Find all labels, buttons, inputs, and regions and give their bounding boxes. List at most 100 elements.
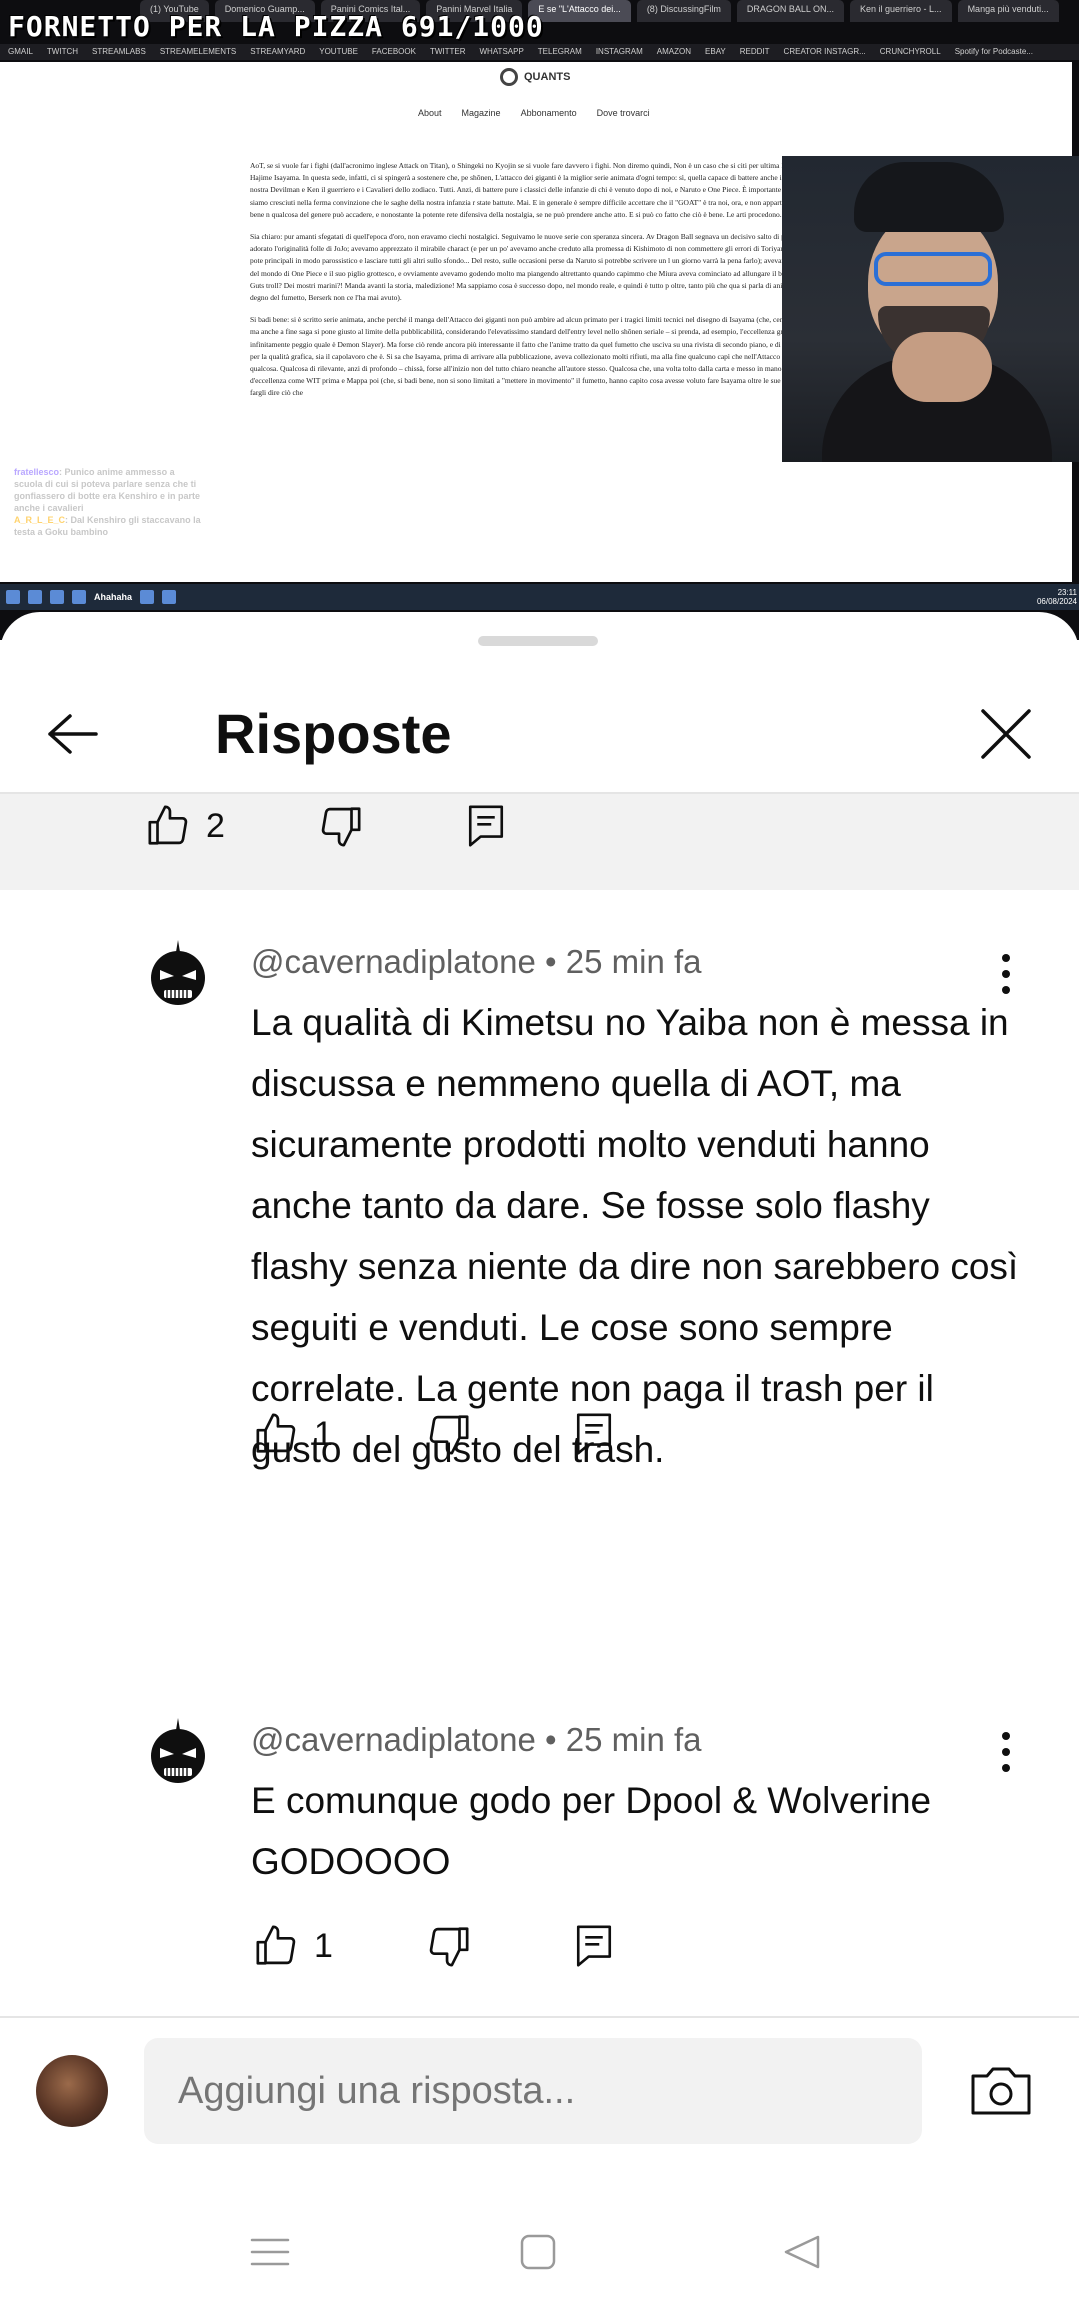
reply-button[interactable] xyxy=(573,1923,615,1969)
article-paragraph: AoT, se si vuole far i fighi (dall'acron… xyxy=(250,161,859,219)
like-count: 2 xyxy=(206,806,225,845)
like-button[interactable]: 1 xyxy=(254,1411,333,1457)
reply-button[interactable] xyxy=(573,1411,615,1457)
bookmarks-bar: GMAIL TWITCH STREAMLABS STREAMELEMENTS S… xyxy=(0,44,1079,60)
back-button[interactable] xyxy=(40,702,104,766)
thumb-down-icon xyxy=(429,1415,469,1455)
comment-author[interactable]: @cavernadiplatone xyxy=(251,1721,536,1758)
bookmark: EBAY xyxy=(705,47,726,56)
like-button[interactable]: 1 xyxy=(254,1923,333,1969)
meta-separator: • xyxy=(545,1721,566,1758)
stream-title-overlay: FORNETTO PER LA PIZZA 691/1000 xyxy=(8,10,544,43)
thumb-down-icon xyxy=(321,807,361,847)
chat-message: A_R_L_E_C: Dal Kenshiro gli staccavano l… xyxy=(14,515,201,537)
app-icon xyxy=(140,590,155,604)
clock-time: 23:11 xyxy=(1057,588,1077,597)
more-vertical-icon xyxy=(1002,954,1010,962)
bookmark: TELEGRAM xyxy=(537,47,582,56)
bookmark: YOUTUBE xyxy=(319,47,358,56)
start-icon xyxy=(6,590,20,604)
clock-date: 06/08/2024 xyxy=(1036,597,1077,606)
nav-recents-button[interactable] xyxy=(240,2222,300,2282)
bookmark: FACEBOOK xyxy=(371,47,416,56)
site-nav: About Magazine Abbonamento Dove trovarci xyxy=(418,108,650,118)
like-button[interactable]: 2 xyxy=(146,803,225,849)
sheet-drag-handle[interactable] xyxy=(478,636,598,646)
chat-username: fratellesco xyxy=(14,467,60,477)
article-paragraph: Sia chiaro: pur amanti sfegatati di quel… xyxy=(250,232,858,303)
comment-reply-icon xyxy=(576,1413,611,1455)
browser-tab: (8) DiscussingFilm xyxy=(636,0,731,22)
bookmark: REDDIT xyxy=(739,47,770,56)
site-nav-item: About xyxy=(418,108,442,118)
site-logo: QUANTS xyxy=(500,68,570,86)
triangle-back-icon xyxy=(784,2235,820,2269)
bookmark: CRUNCHYROLL xyxy=(879,47,941,56)
chat-message: fratellesco: Punico anime ammesso a scuo… xyxy=(14,467,201,513)
bookmark: STREAMLABS xyxy=(92,47,146,56)
bookmark: INSTAGRAM xyxy=(595,47,643,56)
dislike-button[interactable] xyxy=(317,803,363,849)
camera-button[interactable] xyxy=(968,2058,1034,2124)
replies-sheet: Risposte 2 @cavernadiplatone • 25 min fa… xyxy=(0,612,1079,2297)
reply-comment: @cavernadiplatone • 25 min fa La qualità… xyxy=(0,922,1079,1470)
site-nav-item: Magazine xyxy=(461,108,501,118)
like-count: 1 xyxy=(314,1414,333,1453)
taskbar-clock: 23:11 06/08/2024 xyxy=(1037,588,1077,606)
avatar[interactable] xyxy=(150,1716,206,1786)
thumb-up-icon xyxy=(148,805,188,845)
bookmark: STREAMELEMENTS xyxy=(159,47,237,56)
article-paragraph: Si badi bene: si è scritto serie animata… xyxy=(250,315,860,398)
more-vertical-icon xyxy=(1002,1732,1010,1740)
streamer-webcam xyxy=(782,156,1079,462)
thumb-down-icon xyxy=(429,1927,469,1967)
bookmark: TWITTER xyxy=(429,47,466,56)
taskbar-window-label: Ahahaha xyxy=(94,592,133,602)
comment-meta: @cavernadiplatone • 25 min fa xyxy=(251,1720,702,1760)
close-button[interactable] xyxy=(974,702,1038,766)
thumb-up-icon xyxy=(256,1925,296,1965)
like-count: 1 xyxy=(314,1926,333,1965)
comment-author[interactable]: @cavernadiplatone xyxy=(251,943,536,980)
meta-separator: • xyxy=(545,943,566,980)
android-nav-bar xyxy=(0,2212,1079,2297)
browser-tab: DRAGON BALL ON... xyxy=(736,0,845,22)
reply-comment: @cavernadiplatone • 25 min fa E comunque… xyxy=(0,1700,1079,1967)
parent-comment-actions: 2 xyxy=(0,794,1079,890)
site-name: QUANTS xyxy=(524,71,571,83)
comment-time: 25 min fa xyxy=(565,1721,702,1758)
search-icon xyxy=(28,590,42,604)
comment-meta: @cavernadiplatone • 25 min fa xyxy=(251,942,702,982)
browser-tab: Ken il guerriero - L... xyxy=(850,0,952,22)
dislike-button[interactable] xyxy=(425,1923,471,1969)
reply-input[interactable] xyxy=(144,2038,922,2144)
thumb-up-icon xyxy=(256,1413,296,1453)
comment-text: E comunque godo per Dpool & Wolverine GO… xyxy=(251,1780,932,1882)
composer-divider xyxy=(0,2016,1079,2018)
bookmark: WHATSAPP xyxy=(479,47,524,56)
bookmark: AMAZON xyxy=(656,47,692,56)
site-nav-item: Dove trovarci xyxy=(596,108,650,118)
bookmark: Spotify for Podcaste... xyxy=(954,47,1033,56)
comment-time: 25 min fa xyxy=(565,943,702,980)
nav-home-button[interactable] xyxy=(508,2222,568,2282)
current-user-avatar[interactable] xyxy=(36,2055,108,2127)
avatar[interactable] xyxy=(150,938,206,1008)
nav-back-button[interactable] xyxy=(772,2222,832,2282)
windows-taskbar: Ahahaha 23:11 06/08/2024 xyxy=(0,584,1079,610)
dislike-button[interactable] xyxy=(425,1411,471,1457)
bookmark: TWITCH xyxy=(46,47,79,56)
comment-reply-icon xyxy=(468,805,503,847)
arrow-left-icon xyxy=(48,714,98,754)
menu-lines-icon xyxy=(250,2238,290,2266)
chat-username: A_R_L_E_C xyxy=(14,515,66,525)
site-nav-item: Abbonamento xyxy=(520,108,577,118)
browser-tab: Manga più venduti... xyxy=(957,0,1059,22)
reply-button[interactable] xyxy=(465,803,507,849)
video-player[interactable]: (1) YouTube Domenico Guamp... Panini Com… xyxy=(0,0,1079,640)
comment-reply-icon xyxy=(576,1925,611,1967)
sheet-header: Risposte xyxy=(0,672,1079,792)
site-logo-icon xyxy=(500,68,518,86)
article-body: AoT, se si vuole far i fighi (dall'acron… xyxy=(250,160,860,410)
app-icon xyxy=(50,590,64,604)
